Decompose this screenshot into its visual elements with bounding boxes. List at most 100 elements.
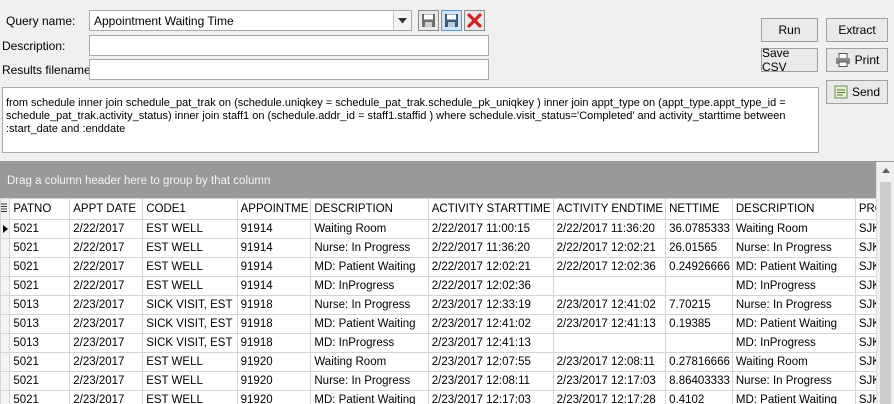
results-filename-input[interactable] bbox=[89, 59, 489, 80]
query-name-combobox[interactable]: Appointment Waiting Time bbox=[89, 10, 412, 31]
table-cell[interactable]: Waiting Room bbox=[731, 352, 856, 372]
table-cell[interactable]: 0.4102 bbox=[665, 390, 733, 404]
table-cell[interactable]: MD: Patient Waiting bbox=[731, 257, 856, 277]
row-indicator[interactable] bbox=[0, 257, 11, 277]
table-cell[interactable]: 2/23/2017 12:33:19 bbox=[427, 295, 554, 315]
table-cell[interactable]: SICK VISIT, EST bbox=[142, 314, 238, 334]
table-cell[interactable]: MD: Patient Waiting bbox=[310, 314, 429, 334]
table-cell[interactable]: 91914 bbox=[236, 257, 312, 277]
table-cell[interactable]: MD: InProgress bbox=[310, 333, 429, 353]
table-cell[interactable]: Nurse: In Progress bbox=[731, 295, 856, 315]
table-cell[interactable]: 5013 bbox=[9, 314, 71, 334]
table-cell[interactable]: MD: InProgress bbox=[731, 276, 856, 296]
table-cell[interactable]: 91914 bbox=[236, 276, 312, 296]
row-indicator[interactable] bbox=[0, 295, 11, 315]
table-cell[interactable]: 5021 bbox=[9, 371, 71, 391]
table-cell[interactable]: EST WELL bbox=[142, 371, 238, 391]
row-indicator[interactable] bbox=[0, 371, 11, 391]
table-cell[interactable]: MD: Patient Waiting bbox=[731, 390, 856, 404]
run-button[interactable]: Run bbox=[761, 18, 818, 42]
table-row[interactable]: 5021 2/22/2017 EST WELL 91914 MD: Patient Wa… bbox=[0, 257, 894, 277]
column-chooser-icon[interactable] bbox=[0, 198, 11, 220]
column-header[interactable]: NETTIME bbox=[665, 198, 733, 220]
column-header[interactable]: DESCRIPTION bbox=[731, 198, 856, 220]
table-cell[interactable]: 2/23/2017 12:08:11 bbox=[427, 371, 554, 391]
row-indicator[interactable] bbox=[0, 352, 11, 372]
group-by-panel[interactable]: Drag a column header here to group by th… bbox=[0, 161, 894, 198]
table-cell[interactable]: 2/22/2017 12:02:21 bbox=[552, 238, 667, 258]
table-row[interactable]: 5013 2/23/2017 SICK VISIT, EST 91918 Nurse: … bbox=[0, 295, 894, 315]
table-cell[interactable]: 2/22/2017 bbox=[69, 219, 144, 239]
table-cell[interactable]: 26.01565 bbox=[665, 238, 733, 258]
table-cell[interactable]: SICK VISIT, EST bbox=[142, 295, 238, 315]
table-cell[interactable]: 7.70215 bbox=[665, 295, 733, 315]
table-cell[interactable]: 2/23/2017 12:41:02 bbox=[427, 314, 554, 334]
table-cell[interactable]: 2/22/2017 11:00:15 bbox=[427, 219, 554, 239]
table-row[interactable]: 5021 2/23/2017 EST WELL 91920 Waiting Room 2/… bbox=[0, 352, 894, 372]
table-cell[interactable]: 0.24926666 bbox=[665, 257, 733, 277]
table-cell[interactable]: 2/23/2017 12:07:55 bbox=[427, 352, 554, 372]
table-cell[interactable]: 2/22/2017 bbox=[69, 276, 144, 296]
table-cell[interactable]: Waiting Room bbox=[731, 219, 856, 239]
table-cell[interactable]: Waiting Room bbox=[310, 219, 429, 239]
column-header[interactable]: DESCRIPTION bbox=[310, 198, 429, 220]
column-header[interactable]: CODE1 bbox=[142, 198, 238, 220]
row-indicator[interactable] bbox=[0, 238, 11, 258]
table-cell[interactable]: 2/23/2017 12:17:03 bbox=[427, 390, 554, 404]
table-row[interactable]: 5021 2/23/2017 EST WELL 91920 Nurse: In Prog… bbox=[0, 371, 894, 391]
table-cell[interactable]: Nurse: In Progress bbox=[310, 238, 429, 258]
table-cell[interactable]: 2/23/2017 bbox=[69, 295, 144, 315]
table-cell[interactable] bbox=[552, 276, 667, 296]
row-indicator[interactable] bbox=[0, 276, 11, 296]
table-cell[interactable]: 2/23/2017 bbox=[69, 371, 144, 391]
table-cell[interactable]: MD: Patient Waiting bbox=[310, 257, 429, 277]
table-cell[interactable]: 2/22/2017 12:02:21 bbox=[427, 257, 554, 277]
scroll-up-icon[interactable] bbox=[877, 162, 894, 179]
row-indicator[interactable] bbox=[0, 333, 11, 353]
table-cell[interactable]: 91920 bbox=[236, 352, 312, 372]
row-indicator[interactable] bbox=[0, 390, 11, 404]
table-cell[interactable]: 2/23/2017 12:41:13 bbox=[552, 314, 667, 334]
table-cell[interactable]: 2/23/2017 bbox=[69, 390, 144, 404]
column-header[interactable]: APPOINTME bbox=[236, 198, 312, 220]
table-cell[interactable]: Waiting Room bbox=[310, 352, 429, 372]
table-cell[interactable]: 0.19385 bbox=[665, 314, 733, 334]
table-cell[interactable]: EST WELL bbox=[142, 257, 238, 277]
table-cell[interactable]: 2/23/2017 bbox=[69, 314, 144, 334]
table-row[interactable]: 5021 2/23/2017 EST WELL 91920 MD: Patient Wa… bbox=[0, 390, 894, 404]
save-query-button[interactable] bbox=[418, 10, 439, 31]
table-cell[interactable] bbox=[665, 333, 733, 353]
table-cell[interactable]: 2/22/2017 12:02:36 bbox=[427, 276, 554, 296]
table-cell[interactable]: 2/23/2017 bbox=[69, 352, 144, 372]
save-as-query-button[interactable] bbox=[441, 10, 462, 31]
table-cell[interactable]: 0.27816666 bbox=[665, 352, 733, 372]
table-cell[interactable]: 5021 bbox=[9, 219, 71, 239]
table-cell[interactable]: MD: InProgress bbox=[731, 333, 856, 353]
table-cell[interactable]: 2/22/2017 bbox=[69, 257, 144, 277]
table-cell[interactable]: 2/22/2017 12:02:36 bbox=[552, 257, 667, 277]
table-cell[interactable]: EST WELL bbox=[142, 276, 238, 296]
table-cell[interactable]: 5013 bbox=[9, 333, 71, 353]
table-cell[interactable]: EST WELL bbox=[142, 352, 238, 372]
table-cell[interactable]: 5021 bbox=[9, 238, 71, 258]
table-cell[interactable]: 5021 bbox=[9, 276, 71, 296]
table-cell[interactable]: 91920 bbox=[236, 390, 312, 404]
vertical-scrollbar[interactable] bbox=[876, 162, 894, 404]
description-input[interactable] bbox=[89, 35, 489, 56]
table-cell[interactable]: 2/23/2017 12:41:02 bbox=[552, 295, 667, 315]
delete-query-button[interactable] bbox=[464, 10, 485, 31]
table-row[interactable]: 5013 2/23/2017 SICK VISIT, EST 91918 MD: Pat… bbox=[0, 314, 894, 334]
row-indicator[interactable] bbox=[0, 314, 11, 334]
table-cell[interactable]: Nurse: In Progress bbox=[310, 295, 429, 315]
table-cell[interactable]: 91918 bbox=[236, 333, 312, 353]
table-cell[interactable]: SICK VISIT, EST bbox=[142, 333, 238, 353]
table-row[interactable]: 5021 2/22/2017 EST WELL 91914 MD: InProgress… bbox=[0, 276, 894, 296]
table-cell[interactable]: 5021 bbox=[9, 257, 71, 277]
column-header[interactable]: APPT DATE bbox=[69, 198, 144, 220]
column-header[interactable]: ACTIVITY ENDTIME bbox=[552, 198, 667, 220]
save-csv-button[interactable]: Save CSV bbox=[761, 46, 818, 74]
table-cell[interactable]: Nurse: In Progress bbox=[731, 238, 856, 258]
column-header[interactable]: ACTIVITY STARTTIME bbox=[427, 198, 554, 220]
table-cell[interactable]: 2/23/2017 12:08:11 bbox=[552, 352, 667, 372]
table-cell[interactable]: 2/23/2017 bbox=[69, 333, 144, 353]
